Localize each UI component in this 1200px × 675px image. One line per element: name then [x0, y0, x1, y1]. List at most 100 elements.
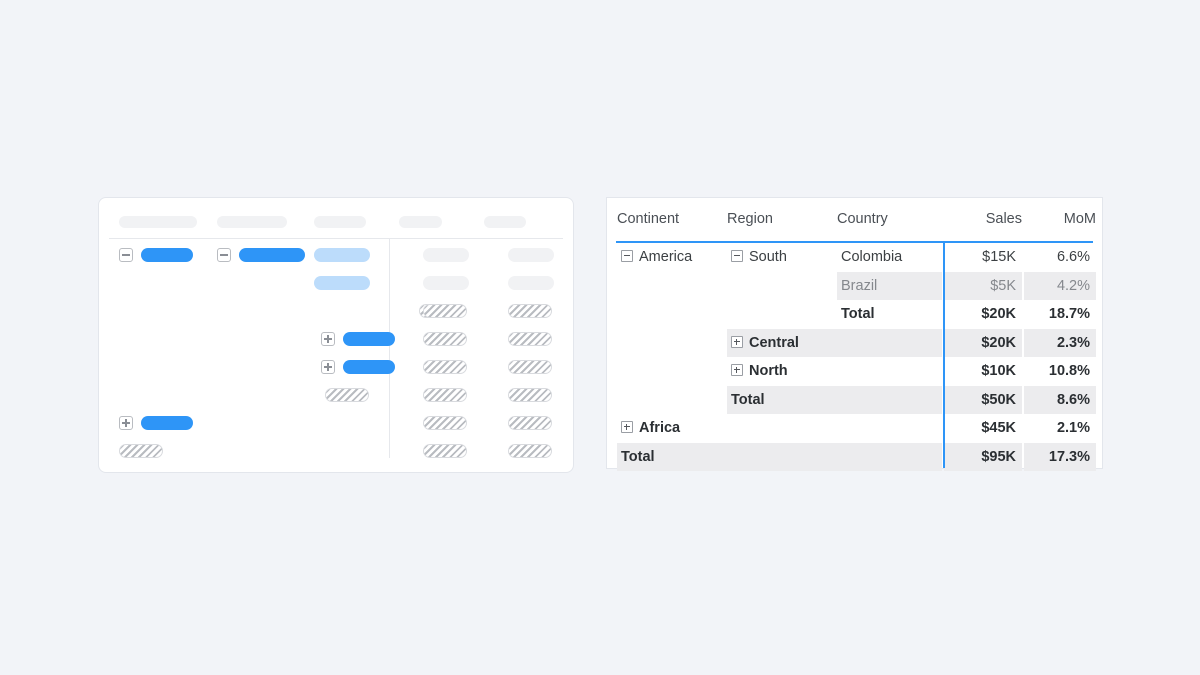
- cell-region: Central: [727, 328, 837, 357]
- skeleton-pill-blue: [239, 248, 305, 262]
- skeleton-pill-shape: [314, 276, 370, 290]
- cell-label: North: [749, 363, 788, 379]
- cell-label: Central: [749, 334, 799, 351]
- cell-text: Total: [727, 386, 837, 415]
- skeleton-pill-shape: [508, 248, 554, 262]
- row-highlight: [837, 442, 942, 471]
- cell-region: [727, 414, 837, 443]
- cell-text: $95K: [944, 443, 1022, 472]
- expand-toggle-icon[interactable]: [731, 364, 743, 377]
- table-row[interactable]: America South Colombia $15K 6.6%: [607, 243, 1102, 272]
- cell-label: $10K: [981, 363, 1016, 379]
- skeleton-pill-hatch: [423, 416, 467, 430]
- table-row[interactable]: Total $20K 18.7%: [607, 300, 1102, 329]
- cell-text: 10.8%: [1024, 357, 1096, 386]
- table-row[interactable]: Total $95K 17.3%: [607, 442, 1102, 472]
- skeleton-pill-shape: [508, 304, 552, 318]
- cell-sales: $15K: [944, 243, 1022, 272]
- expand-toggle-icon[interactable]: [621, 421, 633, 434]
- cell-continent: [617, 386, 727, 415]
- cell-continent: [617, 329, 727, 358]
- skeleton-header-placeholder-0: [119, 216, 197, 228]
- skeleton-pill-blue: [343, 360, 395, 374]
- cell-continent: [617, 272, 727, 301]
- skeleton-pill-hatch: [423, 444, 467, 458]
- collapse-toggle-icon[interactable]: [621, 250, 633, 263]
- skeleton-pill-shape: [343, 332, 395, 346]
- column-header-region[interactable]: Region: [727, 211, 837, 227]
- row-highlight: [837, 385, 942, 414]
- cell-country: [837, 442, 942, 471]
- skeleton-pill-shape: [508, 332, 552, 346]
- skeleton-pill-hatch: [508, 388, 552, 402]
- skeleton-pill-shape: [141, 248, 193, 262]
- cell-label: $20K: [981, 306, 1016, 322]
- skeleton-pill-shape: [423, 304, 467, 318]
- cell-label: $50K: [981, 391, 1016, 408]
- table-row[interactable]: Central $20K 2.3%: [607, 328, 1102, 358]
- expand-toggle-icon[interactable]: [321, 360, 335, 374]
- skeleton-pill-shape: [423, 416, 467, 430]
- cell-label: 8.6%: [1056, 391, 1090, 408]
- skeleton-header-placeholder-2: [314, 216, 366, 228]
- skeleton-header-placeholder-4: [484, 216, 526, 228]
- cell-text: $5K: [944, 272, 1022, 301]
- skeleton-pill-shape: [343, 360, 395, 374]
- collapse-toggle-icon[interactable]: [731, 250, 743, 263]
- cell-label: Total: [841, 306, 875, 322]
- cell-region: [727, 442, 837, 471]
- skeleton-pill-blue: [141, 416, 193, 430]
- expand-toggle-icon[interactable]: [119, 416, 133, 430]
- cell-label: $20K: [981, 334, 1016, 351]
- skeleton-header-placeholder-3: [399, 216, 442, 228]
- column-header-continent[interactable]: Continent: [617, 211, 727, 227]
- expand-toggle-icon[interactable]: [321, 332, 335, 346]
- cell-text: 17.3%: [1024, 443, 1096, 472]
- cell-mom: 17.3%: [1024, 442, 1096, 472]
- cell-mom: 6.6%: [1024, 243, 1096, 272]
- table-row[interactable]: North $10K 10.8%: [607, 357, 1102, 386]
- expand-toggle-icon[interactable]: [731, 335, 743, 348]
- cell-sales: $20K: [944, 328, 1022, 358]
- collapse-toggle-icon[interactable]: [217, 248, 231, 262]
- cell-sales: $5K: [944, 271, 1022, 301]
- cell-label: Colombia: [841, 249, 903, 265]
- cell-mom: 8.6%: [1024, 385, 1096, 414]
- column-header-country[interactable]: Country: [837, 211, 942, 227]
- cell-country: [837, 328, 942, 357]
- table-row[interactable]: Brazil $5K 4.2%: [607, 271, 1102, 301]
- table-row[interactable]: Africa $45K 2.1%: [607, 414, 1102, 443]
- cell-mom: 10.8%: [1024, 357, 1096, 386]
- skeleton-header-placeholder-1: [217, 216, 287, 228]
- pivot-table: Continent Region Country Sales MoM America So…: [607, 198, 1102, 471]
- cell-sales: $45K: [944, 414, 1022, 443]
- column-header-mom[interactable]: MoM: [1024, 211, 1096, 227]
- cell-label: 2.3%: [1056, 334, 1090, 351]
- cell-text: Brazil: [837, 272, 942, 301]
- cell-mom: 4.2%: [1024, 271, 1096, 301]
- cell-text: Africa: [617, 414, 727, 443]
- cell-region: South: [727, 243, 837, 272]
- cell-sales: $20K: [944, 300, 1022, 329]
- skeleton-pill-shape: [508, 416, 552, 430]
- skeleton-pill-hatch: [508, 416, 552, 430]
- skeleton-pill-shape: [423, 332, 467, 346]
- cell-country: [837, 357, 942, 386]
- column-header-sales[interactable]: Sales: [944, 211, 1022, 227]
- table-row[interactable]: Total $50K 8.6%: [607, 385, 1102, 415]
- cell-region: North: [727, 357, 837, 386]
- skeleton-pill-shape: [508, 388, 552, 402]
- cell-text: North: [727, 357, 837, 386]
- skeleton-pill-shape: [141, 416, 193, 430]
- skeleton-pill-lblue: [314, 276, 370, 290]
- cell-label: 6.6%: [1056, 249, 1090, 265]
- cell-region: [727, 300, 837, 329]
- collapse-toggle-icon[interactable]: [119, 248, 133, 262]
- cell-label: 2.1%: [1056, 420, 1090, 436]
- cell-continent: America: [617, 243, 727, 272]
- cell-text: 4.2%: [1024, 272, 1096, 301]
- cell-text: $20K: [944, 329, 1022, 358]
- skeleton-pill-hatch: [325, 388, 369, 402]
- cell-region: [727, 272, 837, 301]
- skeleton-pill-hatch: [119, 444, 163, 458]
